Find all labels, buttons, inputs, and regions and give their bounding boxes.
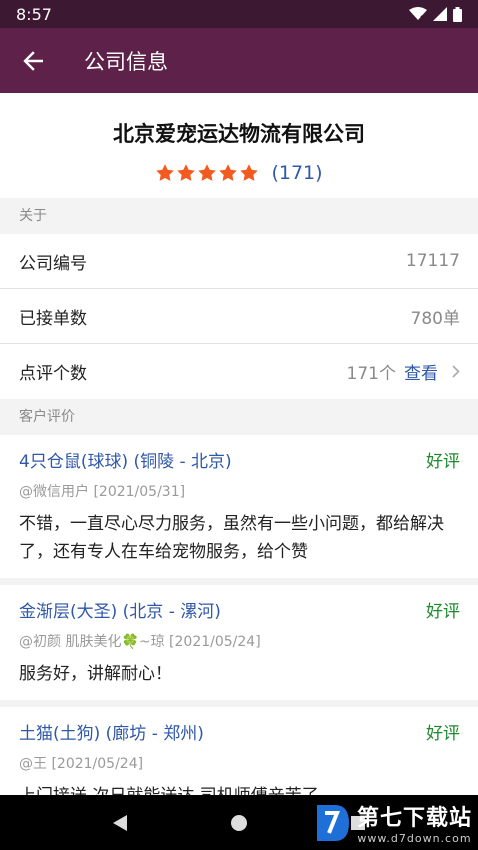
- arrow-left-icon: [23, 50, 43, 71]
- d7-logo-icon: [316, 804, 349, 841]
- info-value: 17117: [405, 251, 460, 271]
- app-bar: 公司信息: [0, 28, 478, 93]
- info-label: 已接单数: [19, 308, 87, 329]
- signal-icon: [433, 7, 447, 21]
- review-card[interactable]: 土猫(土狗) (廊坊 - 郑州) 好评 @王 [2021/05/24] 上门接送…: [0, 707, 478, 795]
- status-time: 8:57: [16, 4, 52, 24]
- review-tag: 好评: [426, 452, 460, 472]
- review-meta: @王 [2021/05/24]: [19, 756, 144, 772]
- review-title[interactable]: 金渐层(大圣) (北京 - 漯河): [19, 597, 426, 622]
- company-name: 北京爱宠运达物流有限公司: [113, 122, 365, 146]
- review-text: 服务好，讲解耐心！: [19, 664, 172, 684]
- content-scroll[interactable]: 北京爱宠运达物流有限公司 (171) 关于 公司编号 17117 已接单数 78…: [0, 93, 478, 795]
- star-icon: [219, 164, 238, 181]
- back-button[interactable]: [0, 28, 66, 93]
- review-title[interactable]: 4只仓鼠(球球) (铜陵 - 北京): [19, 447, 426, 472]
- review-meta: @微信用户 [2021/05/31]: [19, 484, 186, 500]
- review-card[interactable]: 金渐层(大圣) (北京 - 漯河) 好评 @初颜 肌肤美化🍀~琼 [2021/0…: [0, 585, 478, 700]
- company-header: 北京爱宠运达物流有限公司 (171): [0, 93, 478, 198]
- info-row-orders: 已接单数 780单: [0, 289, 478, 344]
- star-rating: [155, 163, 259, 183]
- star-icon: [156, 164, 175, 181]
- review-text: 上门接送 次日就能送达 司机师傅辛苦了: [19, 782, 460, 795]
- info-value: 780单: [410, 308, 460, 329]
- info-row-reviews[interactable]: 点评个数 171个 查看: [0, 344, 478, 399]
- battery-icon: [453, 6, 462, 22]
- watermark-name: 第七下载站: [356, 806, 472, 831]
- review-tag: 好评: [426, 602, 460, 622]
- view-reviews-link[interactable]: 查看: [404, 359, 438, 384]
- reviews-section-label: 客户评价: [0, 399, 478, 435]
- star-icon: [240, 164, 259, 181]
- chevron-right-icon: [452, 365, 460, 378]
- star-icon: [198, 164, 217, 181]
- review-card[interactable]: 4只仓鼠(球球) (铜陵 - 北京) 好评 @微信用户 [2021/05/31]…: [0, 435, 478, 578]
- rating-row: (171): [0, 162, 478, 184]
- nav-back-button[interactable]: [100, 803, 140, 843]
- watermark: 第七下载站 www.d7down.com: [313, 800, 472, 845]
- nav-home-button[interactable]: [219, 803, 259, 843]
- info-list: 公司编号 17117 已接单数 780单 点评个数 171个 查看: [0, 234, 478, 399]
- info-label: 点评个数: [19, 364, 87, 384]
- circle-home-icon: [230, 814, 247, 831]
- triangle-back-icon: [112, 814, 127, 831]
- status-icons: [409, 6, 462, 22]
- info-row-company-id: 公司编号 17117: [0, 234, 478, 289]
- review-text: 不错，一直尽心尽力服务，虽然有一些小问题，都给解决了，还有专人在车给宠物服务，给…: [19, 514, 444, 562]
- info-value: 171个: [346, 364, 396, 384]
- info-label: 公司编号: [19, 253, 87, 274]
- star-icon: [177, 164, 196, 181]
- review-title[interactable]: 土猫(土狗) (廊坊 - 郑州): [19, 719, 426, 744]
- review-meta: @初颜 肌肤美化🍀~琼 [2021/05/24]: [19, 634, 261, 650]
- wifi-icon: [409, 7, 427, 21]
- page-title: 公司信息: [84, 49, 168, 74]
- status-bar: 8:57: [0, 0, 478, 28]
- about-section-label: 关于: [0, 198, 478, 234]
- review-tag: 好评: [426, 724, 460, 744]
- watermark-url: www.d7down.com: [357, 832, 472, 845]
- review-count-link[interactable]: (171): [271, 162, 322, 184]
- review-list: 4只仓鼠(球球) (铜陵 - 北京) 好评 @微信用户 [2021/05/31]…: [0, 435, 478, 795]
